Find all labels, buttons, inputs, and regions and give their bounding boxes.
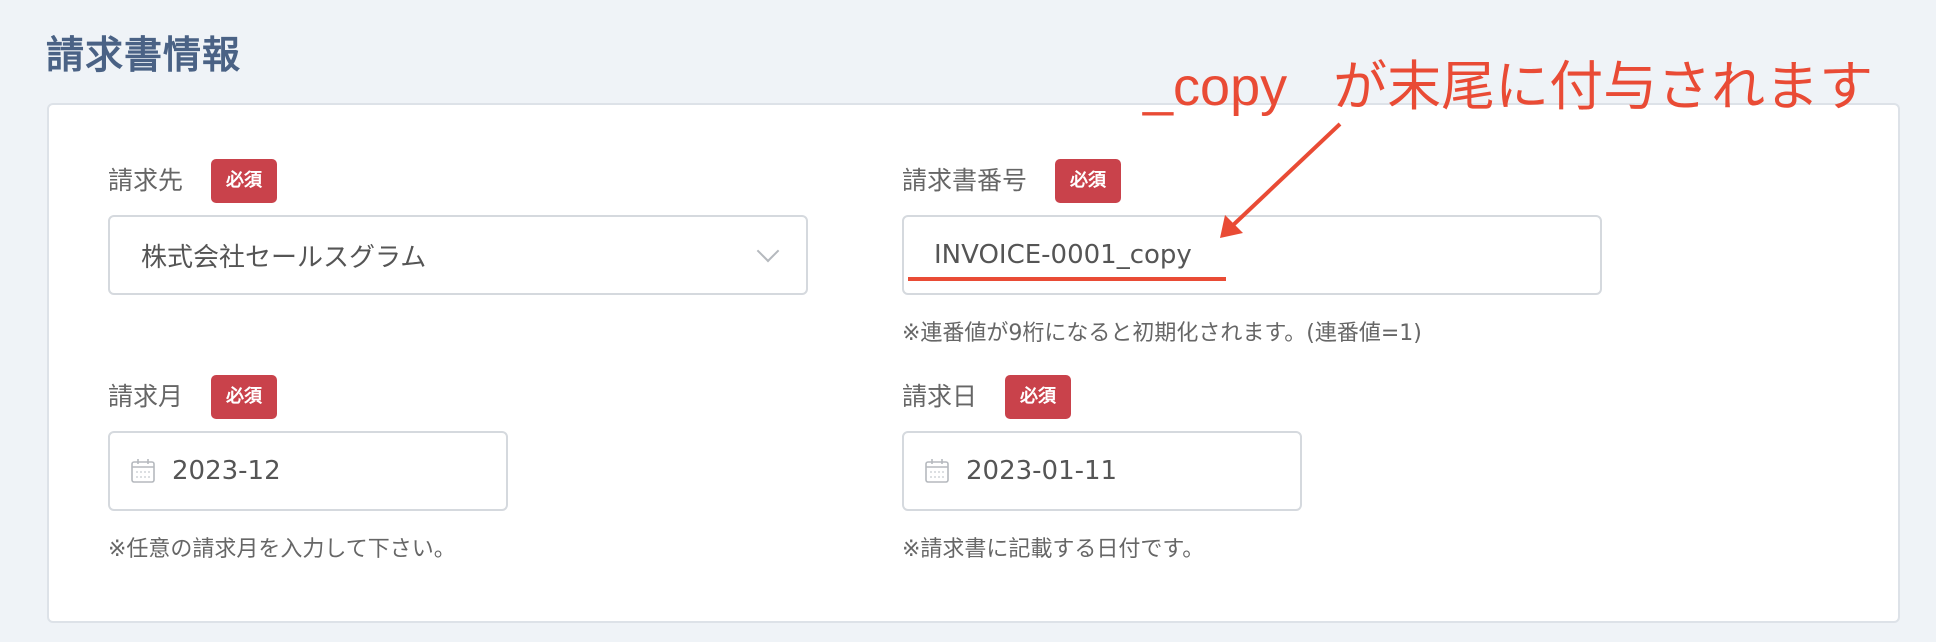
billing-to-label-row: 請求先 必須: [108, 158, 278, 204]
required-badge: 必須: [211, 159, 278, 203]
invoice-number-label-row: 請求書番号 必須: [902, 158, 1122, 204]
calendar-icon: [131, 459, 155, 483]
required-badge: 必須: [1055, 159, 1122, 203]
invoice-number-help: ※連番値が9桁になると初期化されます。(連番値=1): [902, 321, 1422, 346]
chevron-down-icon: [756, 239, 780, 263]
billing-month-label-row: 請求月 必須: [108, 374, 278, 420]
invoice-number-input[interactable]: INVOICE-0001_copy: [902, 215, 1602, 295]
billing-to-select[interactable]: 株式会社セールスグラム: [108, 215, 808, 295]
annotation-copy-suffix: _copy: [1143, 57, 1288, 117]
calendar-icon: [925, 459, 949, 483]
annotation-underline: [908, 277, 1226, 281]
billing-month-help: ※任意の請求月を入力して下さい。: [108, 537, 456, 562]
required-badge: 必須: [211, 375, 278, 419]
annotation-description: が末尾に付与されます: [1333, 57, 1874, 117]
invoice-number-label: 請求書番号: [902, 166, 1028, 195]
billing-date-input[interactable]: 2023-01-11: [902, 431, 1302, 511]
billing-date-help: ※請求書に記載する日付です。: [902, 537, 1205, 562]
billing-month-value: 2023-12: [172, 456, 281, 486]
billing-month-input[interactable]: 2023-12: [108, 431, 508, 511]
annotation-callout: _copy が末尾に付与されます: [1143, 52, 1873, 122]
billing-to-value: 株式会社セールスグラム: [141, 242, 427, 273]
billing-date-value: 2023-01-11: [966, 456, 1118, 486]
billing-to-label: 請求先: [108, 166, 184, 195]
billing-date-label: 請求日: [902, 382, 978, 411]
section-title: 請求書情報: [46, 33, 242, 77]
billing-month-label: 請求月: [108, 382, 184, 411]
invoice-number-value: INVOICE-0001_copy: [934, 240, 1192, 270]
required-badge: 必須: [1005, 375, 1072, 419]
billing-date-label-row: 請求日 必須: [902, 374, 1072, 420]
